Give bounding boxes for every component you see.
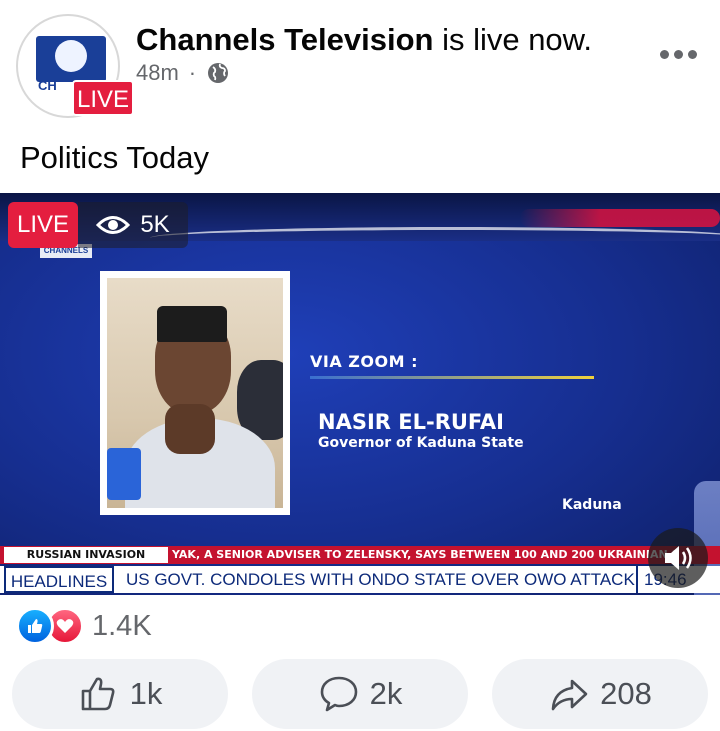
eye-icon <box>96 216 131 234</box>
reaction-count: 1.4K <box>92 609 152 642</box>
more-dot <box>673 49 683 59</box>
more-dot <box>659 49 669 59</box>
broadcast-red-streak <box>520 209 720 227</box>
sound-button[interactable] <box>648 528 708 588</box>
share-icon <box>551 679 588 711</box>
photo-cap <box>157 306 227 342</box>
guest-photo-image <box>107 278 283 508</box>
ticker-bottom-label: HEADLINES <box>4 566 114 593</box>
ticker-top-label: RUSSIAN INVASION <box>4 547 168 563</box>
post-actions: 1k 2k 208 <box>12 659 708 729</box>
post-text: Politics Today <box>20 140 209 175</box>
meta-separator: · <box>188 60 197 85</box>
share-count: 208 <box>600 676 652 711</box>
photo-hands <box>165 404 215 454</box>
like-icon <box>16 607 54 645</box>
timestamp[interactable]: 48m <box>136 60 179 86</box>
share-button[interactable]: 208 <box>492 659 708 729</box>
video-live-badge: LIVE <box>8 202 78 248</box>
sound-icon <box>665 546 692 570</box>
ticker-top-text: YAK, A SENIOR ADVISER TO ZELENSKY, SAYS … <box>172 547 720 563</box>
logo-text: CH <box>38 78 57 93</box>
guest-name: NASIR EL-RUFAI <box>318 410 504 434</box>
ticker-bottom-text: US GOVT. CONDOLES WITH ONDO STATE OVER O… <box>126 570 635 589</box>
africa-globe-logo <box>55 40 87 72</box>
guest-role: Governor of Kaduna State <box>318 435 524 451</box>
post-meta: 48m · <box>136 60 230 86</box>
like-glyph <box>28 619 43 633</box>
live-status-text: is live now. <box>433 22 592 57</box>
comment-count: 2k <box>369 676 403 711</box>
guest-photo <box>100 271 290 515</box>
ticker-bottom: HEADLINES US GOVT. CONDOLES WITH ONDO ST… <box>0 566 720 593</box>
thumbs-up-icon <box>81 677 115 711</box>
viewer-count: 5K <box>78 202 188 248</box>
broadcast-swoosh <box>150 227 720 249</box>
guest-location: Kaduna <box>562 497 622 513</box>
via-underline <box>310 376 594 379</box>
page-avatar[interactable]: CH LIVE <box>16 14 134 118</box>
comment-button[interactable]: 2k <box>252 659 468 729</box>
ticker-top-main: YAK, A SENIOR ADVISER TO ZELENSKY, SAYS … <box>172 548 680 561</box>
ticker-top: RUSSIAN INVASION YAK, A SENIOR ADVISER T… <box>0 546 720 564</box>
like-count: 1k <box>129 676 163 711</box>
post-title: Channels Television is live now. <box>136 20 592 60</box>
like-button[interactable]: 1k <box>12 659 228 729</box>
more-options-icon[interactable] <box>658 44 698 64</box>
comment-icon <box>320 676 357 712</box>
viewer-count-text: 5K <box>140 211 170 238</box>
page-name-link[interactable]: Channels Television <box>136 22 433 57</box>
via-zoom-label: VIA ZOOM : <box>310 352 418 371</box>
reactions-summary[interactable]: 1.4K <box>16 606 152 646</box>
more-dot <box>687 49 697 59</box>
love-glyph <box>56 619 74 633</box>
globe-icon <box>208 63 229 83</box>
avatar-live-badge: LIVE <box>72 80 134 116</box>
photo-microphone <box>107 448 141 500</box>
